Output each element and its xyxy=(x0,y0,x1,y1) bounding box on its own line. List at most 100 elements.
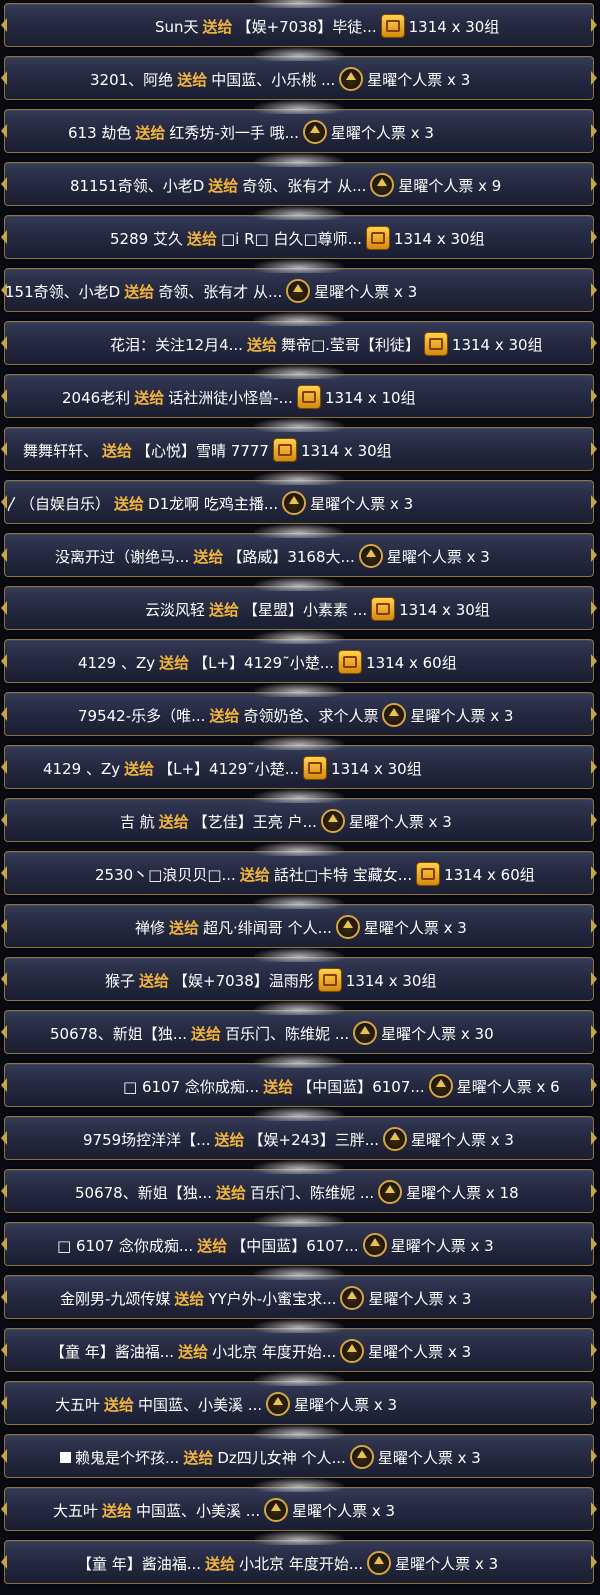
gift-message-row: 5289 艾久 送给 □i R□ 白久□尊师... 1314 x 30组 xyxy=(1,206,597,259)
sender-name[interactable]: □ 6107 念你成痴... xyxy=(123,1076,259,1097)
sender-name[interactable]: □ 6107 念你成痴... xyxy=(57,1235,193,1256)
receiver-name[interactable]: 中国蓝、小美溪 ... xyxy=(138,1394,262,1415)
receiver-name[interactable]: 红秀坊-刘一手 哦... xyxy=(169,122,299,143)
receiver-name[interactable]: 百乐门、陈维妮 ... xyxy=(225,1023,349,1044)
receiver-name[interactable]: 【中国蓝】6107... xyxy=(297,1076,424,1097)
gift-message-row: 9759场控洋洋【... 送给 【娱+243】三胖... 星曜个人票 x 3 xyxy=(1,1107,597,1160)
sender-name[interactable]: 金刚男-九颂传媒 xyxy=(60,1288,170,1309)
receiver-name[interactable]: 【娱+243】三胖... xyxy=(249,1129,380,1150)
gift-amount: 1314 x 60组 xyxy=(444,865,535,884)
receiver-name[interactable]: 【L+】4129˜小楚... xyxy=(158,758,299,779)
sender-name[interactable]: 613 劫色 xyxy=(68,122,131,143)
gift-message-content: 4129 、Zy 送给 【L+】4129˜小楚... 1314 x 30组 xyxy=(43,746,426,790)
sender-name[interactable]: 2530丶□浪贝贝□... xyxy=(95,864,236,885)
sender-name[interactable]: 4129 、Zy xyxy=(43,758,120,779)
receiver-name[interactable]: 小北京 年度开始... xyxy=(212,1341,336,1362)
gift-amount: 星曜个人票 x 3 xyxy=(411,1130,514,1149)
send-verb: 送给 xyxy=(135,123,166,142)
gift-message-content: 50678、新姐【独... 送给 百乐门、陈维妮 ... 星曜个人票 x 30 xyxy=(50,1011,498,1055)
receiver-name[interactable]: 奇领奶爸、求个人票 xyxy=(243,705,378,726)
sender-name[interactable]: 吉 航 xyxy=(120,811,155,832)
receiver-name[interactable]: 舞帝□.莹哥【利徒】 xyxy=(281,334,420,355)
sender-name[interactable]: 大五叶 xyxy=(53,1500,98,1521)
sender-name[interactable]: 〳（自娱自乐） xyxy=(5,493,110,514)
sender-name[interactable]: 50678、新姐【独... xyxy=(50,1023,187,1044)
send-verb: 送给 xyxy=(104,1395,135,1414)
gift-message-row: 赖鬼是个坏孩... 送给 Dz四儿女神 个人... 星曜个人票 x 3 xyxy=(1,1425,597,1478)
gift-message-content: 50678、新姐【独... 送给 百乐门、陈维妮 ... 星曜个人票 x 18 xyxy=(75,1170,523,1214)
ticket-badge-icon xyxy=(302,120,327,144)
gift-message-row: 4129 、Zy 送给 【L+】4129˜小楚... 1314 x 60组 xyxy=(1,630,597,683)
sender-name[interactable]: 【童 年】酱油福... xyxy=(77,1553,201,1574)
receiver-name[interactable]: 【星盟】小素素 ... xyxy=(243,599,367,620)
send-verb: 送给 xyxy=(169,918,200,937)
receiver-name[interactable]: 【路威】3168大... xyxy=(227,546,354,567)
sender-name[interactable]: 151奇领、小老D xyxy=(5,281,120,302)
send-verb: 送给 xyxy=(102,441,133,460)
sender-name[interactable]: 云淡风轻 xyxy=(145,599,205,620)
send-verb: 送给 xyxy=(239,865,270,884)
gift-amount: 星曜个人票 x 3 xyxy=(348,812,452,831)
gift-message-content: 金刚男-九颂传媒 送给 YY户外-小蜜宝求... 星曜个人票 x 3 xyxy=(60,1276,475,1320)
send-verb: 送给 xyxy=(216,1183,247,1202)
sender-name[interactable]: 花泪：关注12月4... xyxy=(110,334,243,355)
receiver-name[interactable]: 中国蓝、小乐桃 ... xyxy=(211,69,335,90)
receiver-name[interactable]: 【娱+7038】温雨彤 xyxy=(173,970,314,991)
ticket-badge-icon xyxy=(320,809,345,833)
receiver-name[interactable]: 奇领、张有才 从... xyxy=(242,175,366,196)
send-verb: 送给 xyxy=(214,1130,245,1149)
sender-name[interactable]: 79542-乐多（唯... xyxy=(78,705,205,726)
receiver-name[interactable]: 小北京 年度开始... xyxy=(239,1553,363,1574)
send-verb: 送给 xyxy=(134,388,165,407)
gift-box-icon xyxy=(338,650,363,674)
ticket-badge-icon xyxy=(362,1233,387,1257)
sender-name[interactable]: 猴子 xyxy=(105,970,135,991)
receiver-name[interactable]: 話社□卡特 宝藏女... xyxy=(274,864,412,885)
ticket-badge-icon xyxy=(340,1286,365,1310)
receiver-name[interactable]: 中国蓝、小美溪 ... xyxy=(136,1500,260,1521)
gift-message-row: 没离开过（谢绝马... 送给 【路威】3168大... 星曜个人票 x 3 xyxy=(1,524,597,578)
sender-name[interactable]: 3201、阿绝 xyxy=(90,69,173,90)
receiver-name[interactable]: Dz四儿女神 个人... xyxy=(217,1447,346,1468)
receiver-name[interactable]: □i R□ 白久□尊师... xyxy=(221,228,362,249)
send-verb: 送给 xyxy=(209,706,240,725)
ticket-badge-icon xyxy=(353,1021,378,1045)
sender-name[interactable]: 舞舞轩轩、 xyxy=(23,440,98,461)
sender-name[interactable]: 大五叶 xyxy=(55,1394,100,1415)
sender-name[interactable]: 50678、新姐【独... xyxy=(75,1182,212,1203)
receiver-name[interactable]: 【娱+7038】毕徒... xyxy=(237,16,377,37)
sender-name[interactable]: 没离开过（谢绝马... xyxy=(55,546,189,567)
gift-message-row: □ 6107 念你成痴... 送给 【中国蓝】6107... 星曜个人票 x 3 xyxy=(1,1213,597,1266)
receiver-name[interactable]: 百乐门、陈维妮 ... xyxy=(250,1182,374,1203)
sender-name[interactable]: Sun天 xyxy=(155,16,199,37)
gift-amount: 1314 x 30组 xyxy=(331,759,422,778)
gift-message-row: Sun天 送给 【娱+7038】毕徒... 1314 x 30组 xyxy=(1,0,597,47)
gift-message-content: □ 6107 念你成痴... 送给 【中国蓝】6107... 星曜个人票 x 6 xyxy=(123,1064,564,1108)
receiver-name[interactable]: 话社洲徒小怪兽-... xyxy=(168,387,293,408)
gift-message-content: 3201、阿绝 送给 中国蓝、小乐桃 ... 星曜个人票 x 3 xyxy=(90,57,474,101)
send-verb: 送给 xyxy=(205,1554,236,1573)
receiver-name[interactable]: D1龙啊 吃鸡主播... xyxy=(148,493,278,514)
sender-name[interactable]: 5289 艾久 xyxy=(110,228,183,249)
receiver-name[interactable]: 奇领、张有才 从... xyxy=(158,281,282,302)
sender-name[interactable]: 81151奇领、小老D xyxy=(70,175,204,196)
receiver-name[interactable]: 【艺佳】王亮 户... xyxy=(193,811,317,832)
receiver-name[interactable]: 【心悦】雪晴 7777 xyxy=(136,440,269,461)
receiver-name[interactable]: YY户外-小蜜宝求... xyxy=(208,1288,336,1309)
gift-message-row: 吉 航送给 【艺佳】王亮 户... 星曜个人票 x 3 xyxy=(1,789,597,842)
receiver-name[interactable]: 【L+】4129˜小楚... xyxy=(193,652,334,673)
gift-amount: 1314 x 30组 xyxy=(300,441,392,460)
sender-name[interactable]: 【童 年】酱油福... xyxy=(50,1341,174,1362)
sender-name[interactable]: 禅修 xyxy=(135,917,165,938)
sender-name[interactable]: 赖鬼是个坏孩... xyxy=(75,1447,179,1468)
gift-amount: 1314 x 10组 xyxy=(324,388,416,407)
sender-name[interactable]: 2046老利 xyxy=(62,387,130,408)
gift-box-icon xyxy=(416,862,441,886)
gift-message-row: 禅修 送给 超凡·绯闻哥 个人... 星曜个人票 x 3 xyxy=(1,895,597,948)
receiver-name[interactable]: 【中国蓝】6107... xyxy=(231,1235,358,1256)
sender-name[interactable]: 4129 、Zy xyxy=(78,652,155,673)
gift-message-content: 没离开过（谢绝马... 送给 【路威】3168大... 星曜个人票 x 3 xyxy=(55,534,494,578)
sender-name[interactable]: 9759场控洋洋【... xyxy=(83,1129,210,1150)
ticket-badge-icon xyxy=(349,1445,374,1469)
receiver-name[interactable]: 超凡·绯闻哥 个人... xyxy=(203,917,332,938)
